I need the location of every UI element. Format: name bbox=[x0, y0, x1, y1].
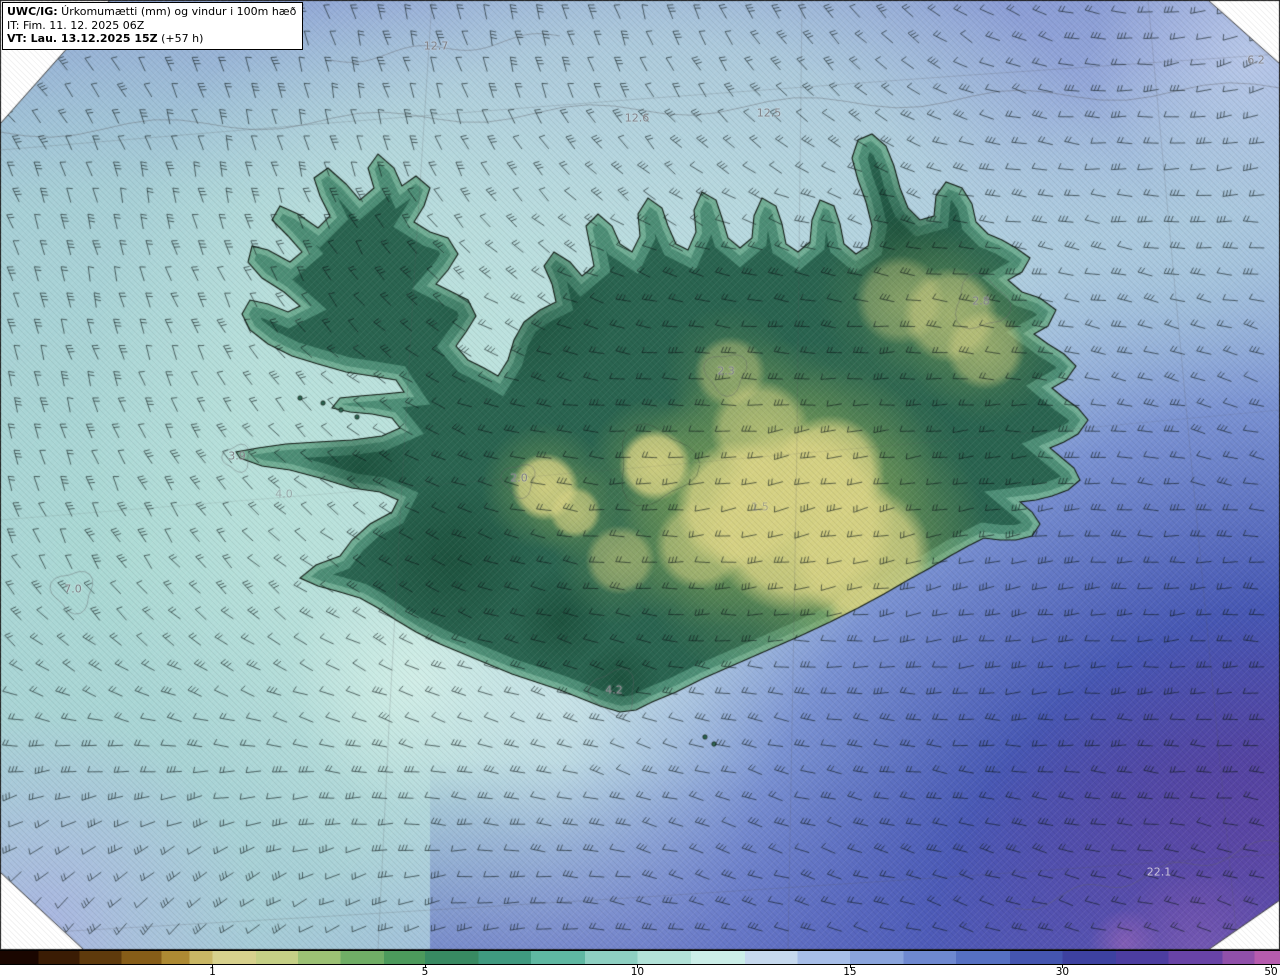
colorbar-tick-label: 1 bbox=[209, 966, 216, 978]
colorbar-gradient bbox=[0, 950, 1280, 965]
colorbar-tick-label: 15 bbox=[843, 966, 857, 978]
model-name: UWC/IG: bbox=[7, 5, 58, 18]
weather-map-page: 12.7 6.2 12.6 12.5 2.8 2.3 3.9 2.0 4.0 1.5 7.0 4.2 2… bbox=[0, 0, 1280, 978]
colorbar-tick-label: 50 bbox=[1264, 966, 1278, 978]
valid-time-line: VT: Lau. 13.12.2025 15Z (+57 h) bbox=[7, 32, 296, 46]
map-info-box: UWC/IG: Úrkomumætti (mm) og vindur i 100… bbox=[2, 2, 304, 50]
valid-time-rest: (+57 h) bbox=[157, 32, 204, 45]
colorbar-labels: 1 5 10 15 30 50 bbox=[0, 965, 1280, 978]
colorbar: 1 5 10 15 30 50 bbox=[0, 950, 1280, 978]
map-title-line: UWC/IG: Úrkomumætti (mm) og vindur i 100… bbox=[7, 5, 296, 19]
init-time-line: IT: Fim. 11. 12. 2025 06Z bbox=[7, 18, 145, 32]
map-title-text: Úrkomumætti (mm) og vindur i 100m hæð bbox=[57, 5, 297, 18]
valid-time-bold: VT: Lau. 13.12.2025 15Z bbox=[7, 32, 158, 45]
colorbar-tick-label: 10 bbox=[630, 966, 645, 978]
precipitation-wind-map-canvas bbox=[0, 0, 1280, 950]
colorbar-tick-label: 30 bbox=[1055, 966, 1070, 978]
colorbar-tick-label: 5 bbox=[421, 966, 429, 978]
